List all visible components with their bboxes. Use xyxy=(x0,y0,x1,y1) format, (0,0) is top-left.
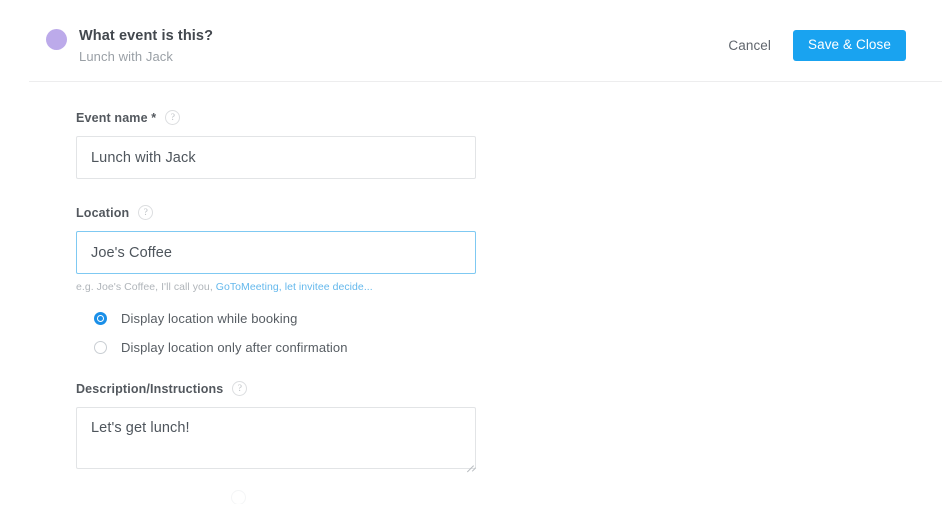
location-field-block: Location ? e.g. Joe's Coffee, I'll call … xyxy=(76,205,942,355)
location-hint-link[interactable]: GoToMeeting, let invitee decide... xyxy=(216,281,373,293)
save-and-close-button[interactable]: Save & Close xyxy=(793,30,906,61)
location-visibility-radio-group: Display location while booking Display l… xyxy=(76,311,942,355)
description-textarea[interactable] xyxy=(76,407,476,469)
location-label: Location xyxy=(76,205,130,220)
location-label-row: Location ? xyxy=(76,205,942,220)
location-hint-plain: e.g. Joe's Coffee, I'll call you, xyxy=(76,281,213,293)
description-field-block: Description/Instructions ? xyxy=(76,381,942,473)
event-form: Event name * ? Location ? e.g. Joe's Cof… xyxy=(0,82,942,504)
location-hint: e.g. Joe's Coffee, I'll call you, GoToMe… xyxy=(76,281,942,294)
radio-option-display-after-confirmation[interactable]: Display location only after confirmation xyxy=(94,340,942,355)
description-label: Description/Instructions xyxy=(76,381,224,396)
page-title: What event is this? xyxy=(79,28,214,44)
description-textarea-wrap xyxy=(76,407,477,473)
help-icon[interactable] xyxy=(231,490,246,504)
header-divider xyxy=(29,81,942,82)
event-color-dot xyxy=(46,29,67,50)
help-icon[interactable]: ? xyxy=(165,110,181,125)
help-icon[interactable]: ? xyxy=(232,381,248,396)
page-subtitle: Lunch with Jack xyxy=(79,49,173,64)
header-inner: What event is this? Lunch with Jack Canc… xyxy=(0,0,942,65)
event-name-input[interactable] xyxy=(76,136,476,179)
event-name-field-block: Event name * ? xyxy=(76,110,942,179)
description-label-row: Description/Instructions ? xyxy=(76,381,942,396)
event-name-label: Event name * xyxy=(76,110,157,125)
header-actions: Cancel Save & Close xyxy=(726,30,906,61)
radio-option-display-while-booking[interactable]: Display location while booking xyxy=(94,311,942,326)
header-text-group: What event is this? Lunch with Jack xyxy=(79,27,726,65)
cancel-button[interactable]: Cancel xyxy=(726,34,773,57)
radio-label: Display location only after confirmation xyxy=(121,340,348,355)
radio-icon-unselected[interactable] xyxy=(94,341,107,354)
radio-label: Display location while booking xyxy=(121,311,298,326)
help-icon[interactable]: ? xyxy=(138,205,154,220)
event-name-label-row: Event name * ? xyxy=(76,110,942,125)
radio-icon-selected[interactable] xyxy=(94,312,107,325)
next-field-clipped xyxy=(76,490,942,504)
location-input[interactable] xyxy=(76,231,476,274)
page-header: What event is this? Lunch with Jack Canc… xyxy=(0,0,942,82)
